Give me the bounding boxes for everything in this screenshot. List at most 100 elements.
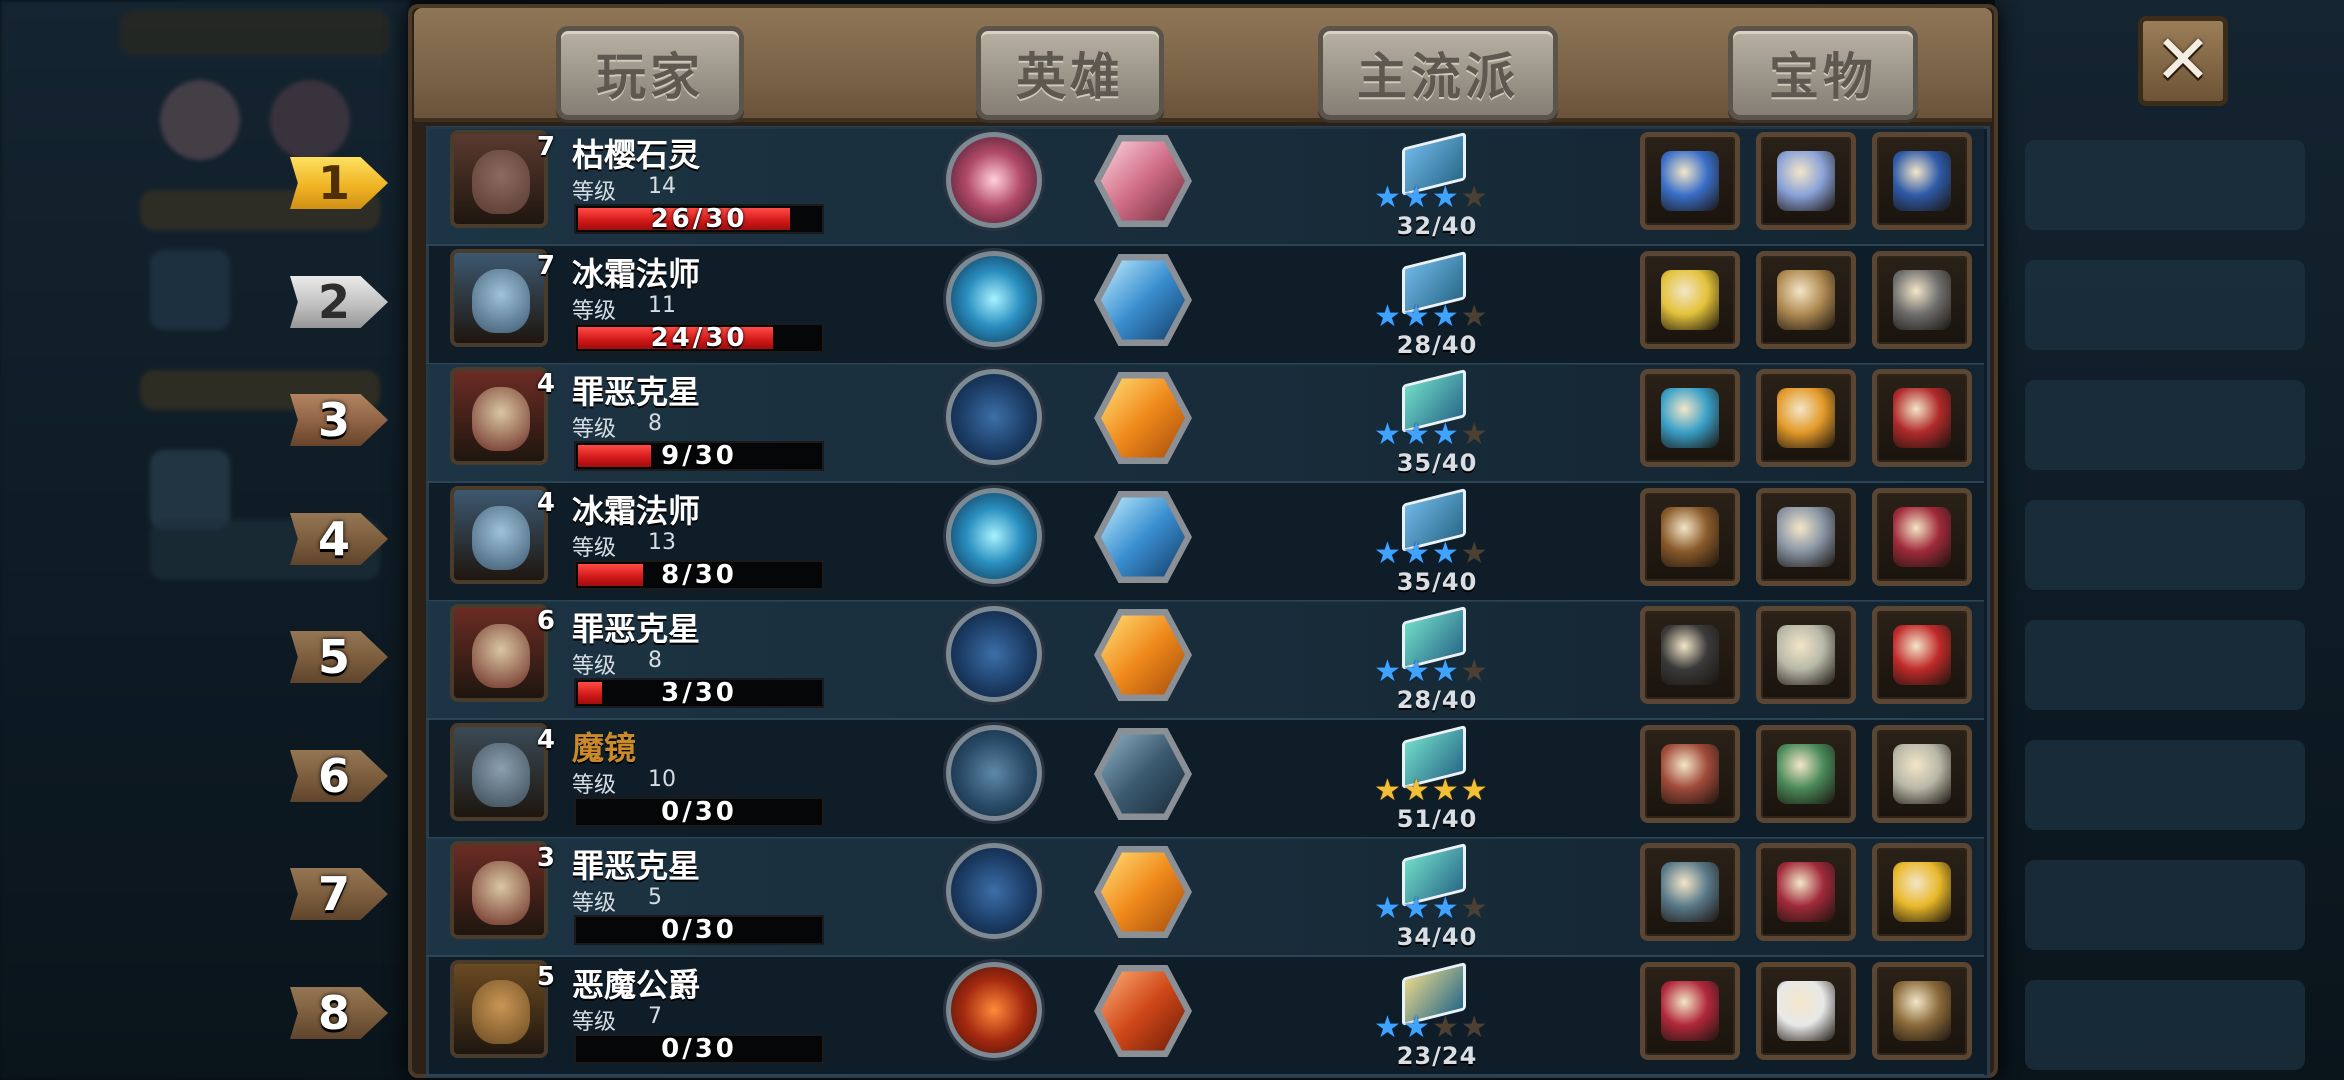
hero-star-badge: 5 — [536, 962, 555, 992]
treasure-slot[interactable] — [1756, 132, 1856, 230]
treasure-slot[interactable] — [1640, 488, 1740, 586]
crystal-scepter-icon — [1661, 388, 1719, 448]
treasure-slot[interactable] — [1872, 962, 1972, 1060]
star-icon: ★ — [1431, 180, 1459, 215]
star-icon: ★ — [1402, 1010, 1430, 1045]
star-icon: ★ — [1431, 299, 1459, 334]
level-value: 14 — [648, 174, 676, 199]
fire-drop-icon[interactable] — [946, 962, 1042, 1058]
level-value: 10 — [648, 767, 676, 792]
level-value: 8 — [648, 411, 662, 436]
star-icon: ★ — [1402, 299, 1430, 334]
faction-count: 32/40 — [1396, 212, 1478, 240]
faction-count: 28/40 — [1396, 686, 1478, 714]
treasure-slot[interactable] — [1640, 962, 1740, 1060]
star-icon: ★ — [1402, 773, 1430, 808]
progress-text: 3/30 — [661, 678, 737, 708]
treasure-slot[interactable] — [1872, 251, 1972, 349]
treasure-slot[interactable] — [1872, 132, 1972, 230]
star-icon: ★ — [1374, 536, 1401, 571]
star-icon: ★ — [1431, 891, 1459, 926]
star-icon: ★ — [1431, 654, 1459, 689]
treasure-slot[interactable] — [1756, 251, 1856, 349]
star-icon: ★ — [1460, 1010, 1488, 1045]
star-icon: ★ — [1460, 299, 1488, 334]
tab-heroes[interactable]: 英雄 — [976, 26, 1164, 120]
tab-players[interactable]: 玩家 — [556, 26, 744, 120]
progress-text: 0/30 — [661, 915, 737, 945]
treasure-slot[interactable] — [1872, 488, 1972, 586]
berry-goblet-icon — [1661, 981, 1719, 1041]
progress-bar: 24/30 — [574, 323, 824, 353]
treasure-slot[interactable] — [1640, 606, 1740, 704]
star-icon: ★ — [1374, 180, 1401, 215]
level-label: 等级 — [572, 1010, 617, 1035]
treasure-slot[interactable] — [1872, 725, 1972, 823]
progress-bar: 3/30 — [574, 678, 824, 708]
progress-bar: 9/30 — [574, 441, 824, 471]
hero-name: 罪恶克星 — [572, 610, 701, 648]
treasure-slot[interactable] — [1640, 369, 1740, 467]
star-emblem-icon[interactable] — [946, 843, 1042, 939]
progress-bar: 0/30 — [574, 915, 824, 945]
hero-star-badge: 3 — [536, 843, 555, 873]
sunburst-icon — [1101, 378, 1185, 458]
treasure-slot[interactable] — [1640, 843, 1740, 941]
level-label: 等级 — [572, 417, 617, 442]
feather-staff-icon — [1661, 151, 1719, 211]
pirate-hat-icon — [1661, 625, 1719, 685]
treasure-slot[interactable] — [1872, 606, 1972, 704]
star-rating: ★ ★ ★ ★ — [1374, 891, 1498, 926]
ember-icon — [1101, 971, 1185, 1051]
treasure-slot[interactable] — [1756, 843, 1856, 941]
treasure-slot[interactable] — [1756, 962, 1856, 1060]
star-icon: ★ — [1460, 773, 1488, 808]
star-icon: ★ — [1460, 536, 1488, 571]
star-icon: ★ — [1431, 417, 1459, 452]
star-icon: ★ — [1431, 773, 1459, 808]
balance-scale-icon — [1777, 270, 1835, 330]
tab-main-faction[interactable]: 主流派 — [1318, 26, 1558, 120]
spell-book-icon — [1893, 507, 1951, 567]
progress-bar: 0/30 — [574, 797, 824, 827]
hero-name: 罪恶克星 — [572, 847, 701, 885]
hero-name: 魔镜 — [572, 729, 637, 767]
golden-chalice-icon — [1661, 270, 1719, 330]
treasure-slot[interactable] — [1872, 369, 1972, 467]
star-icon: ★ — [1402, 654, 1430, 689]
hero-name: 冰霜法师 — [572, 492, 701, 530]
faction-count: 28/40 — [1396, 331, 1478, 359]
ice-wave-icon[interactable] — [946, 251, 1042, 347]
vip-card-icon — [1777, 388, 1835, 448]
ice-wave-icon[interactable] — [946, 488, 1042, 584]
treasure-slot[interactable] — [1872, 843, 1972, 941]
star-emblem-icon[interactable] — [946, 606, 1042, 702]
telescope-icon — [1893, 981, 1951, 1041]
tab-header: 玩家 英雄 主流派 宝物 — [414, 8, 1992, 122]
stone-tablet-icon — [1893, 270, 1951, 330]
hero-name: 罪恶克星 — [572, 373, 701, 411]
hero-star-badge: 7 — [536, 251, 555, 281]
treasure-slot[interactable] — [1756, 488, 1856, 586]
clock-rune-icon[interactable] — [946, 725, 1042, 821]
star-rating: ★ ★ ★ ★ — [1374, 654, 1498, 689]
skull-orb-icon[interactable] — [946, 132, 1042, 228]
faction-count: 35/40 — [1396, 449, 1478, 477]
star-icon: ★ — [1460, 180, 1488, 215]
star-icon: ★ — [1460, 417, 1488, 452]
tab-heroes-label: 英雄 — [1016, 48, 1124, 106]
tab-players-label: 玩家 — [596, 48, 704, 106]
demon-mask-icon — [1661, 744, 1719, 804]
treasure-slot[interactable] — [1756, 725, 1856, 823]
treasure-slot[interactable] — [1640, 132, 1740, 230]
treasure-slot[interactable] — [1756, 606, 1856, 704]
tab-treasures[interactable]: 宝物 — [1728, 26, 1918, 120]
star-emblem-icon[interactable] — [946, 369, 1042, 465]
hero-name: 枯樱石灵 — [572, 136, 701, 174]
close-button[interactable]: ✕ — [2138, 16, 2228, 106]
treasure-slot[interactable] — [1640, 725, 1740, 823]
treasure-slot[interactable] — [1640, 251, 1740, 349]
level-value: 8 — [648, 648, 662, 673]
progress-text: 26/30 — [650, 204, 748, 234]
treasure-slot[interactable] — [1756, 369, 1856, 467]
